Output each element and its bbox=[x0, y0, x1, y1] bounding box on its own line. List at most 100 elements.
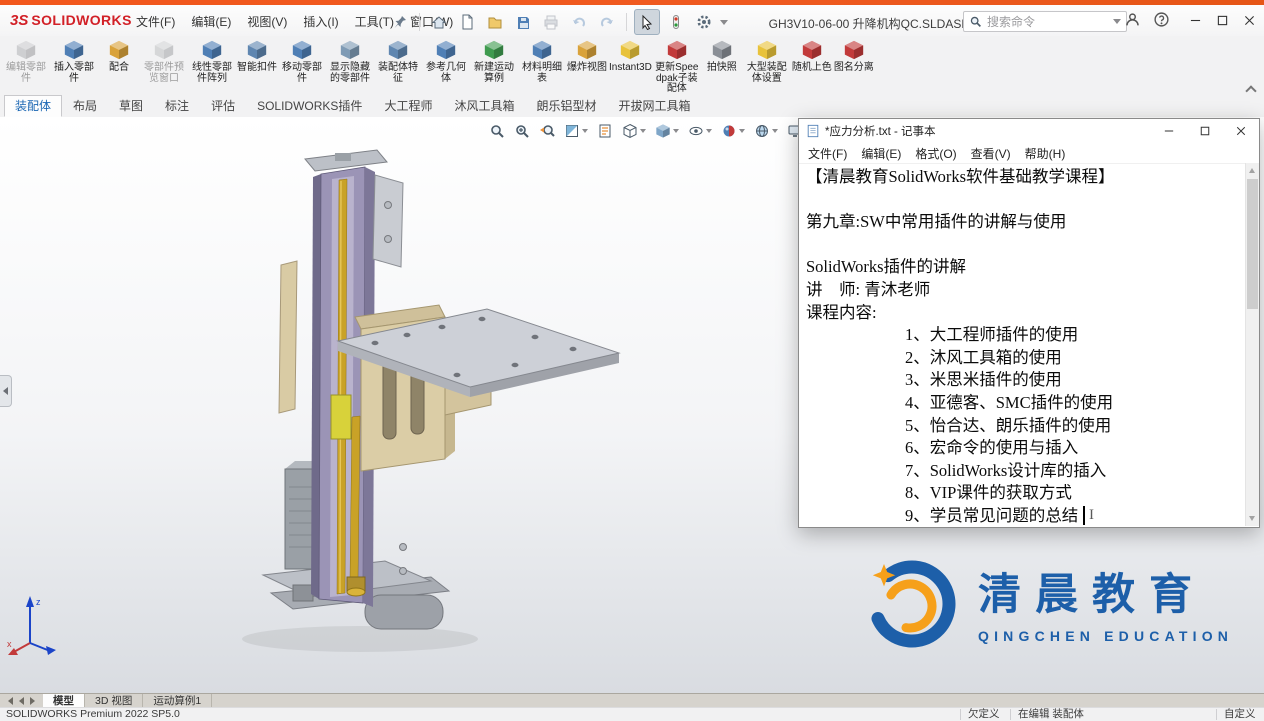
ribbon-button[interactable]: 编辑零部件 bbox=[2, 37, 50, 84]
ribbon-button[interactable]: 新建运动算例 bbox=[470, 37, 518, 84]
ribbon-button-label: 参考几何体 bbox=[426, 62, 466, 84]
scroll-up-arrow[interactable] bbox=[1249, 168, 1255, 173]
zoom-fit-icon[interactable] bbox=[487, 121, 507, 141]
notepad-menu-item[interactable]: 帮助(H) bbox=[1018, 143, 1073, 164]
previous-view-icon[interactable] bbox=[537, 121, 557, 141]
ribbon-button[interactable]: 图名分离 bbox=[833, 37, 875, 74]
ribbon-button[interactable]: 智能扣件 bbox=[236, 37, 278, 74]
ribbon-button[interactable]: 大型装配体设置 bbox=[743, 37, 791, 84]
notepad-minimize-button[interactable] bbox=[1151, 119, 1187, 143]
tab-scroll-arrows[interactable] bbox=[0, 697, 43, 705]
chevron-down-icon[interactable] bbox=[1113, 19, 1121, 24]
view-orientation-icon[interactable] bbox=[620, 121, 648, 141]
undo-icon[interactable] bbox=[567, 10, 591, 34]
scroll-down-arrow[interactable] bbox=[1249, 516, 1255, 521]
notepad-scrollbar[interactable] bbox=[1245, 163, 1259, 526]
redo-icon[interactable] bbox=[595, 10, 619, 34]
command-tab[interactable]: 装配体 bbox=[4, 95, 63, 117]
display-style-icon[interactable] bbox=[653, 121, 681, 141]
view-tab[interactable]: 运动算例1 bbox=[143, 694, 213, 708]
logo-text: SOLIDWORKS bbox=[31, 12, 132, 28]
ribbon-collapse-arrow[interactable] bbox=[1246, 84, 1256, 94]
edit-appearance-icon[interactable] bbox=[719, 121, 747, 141]
command-tab[interactable]: 布局 bbox=[62, 95, 108, 117]
notepad-menu-item[interactable]: 文件(F) bbox=[801, 143, 854, 164]
rebuild-icon[interactable] bbox=[664, 10, 688, 34]
ribbon-button[interactable]: 显示隐藏的零部件 bbox=[326, 37, 374, 84]
command-tab[interactable]: 开拔网工具箱 bbox=[607, 95, 701, 117]
menu-item[interactable]: 插入(I) bbox=[295, 10, 346, 33]
status-customize[interactable]: 自定义 bbox=[1224, 708, 1256, 721]
command-tab[interactable]: 评估 bbox=[200, 95, 246, 117]
ribbon-button[interactable]: 装配体特征 bbox=[374, 37, 422, 84]
ribbon-button[interactable]: 拍快照 bbox=[701, 37, 743, 74]
command-tab[interactable]: 大工程师 bbox=[373, 95, 443, 117]
new-document-icon[interactable] bbox=[455, 10, 479, 34]
user-account-icon[interactable] bbox=[1124, 11, 1141, 28]
select-cursor-icon[interactable] bbox=[634, 9, 660, 35]
ribbon-button[interactable]: 移动零部件 bbox=[278, 37, 326, 84]
save-icon[interactable] bbox=[511, 10, 535, 34]
apply-scene-icon[interactable] bbox=[752, 121, 780, 141]
notepad-text-area[interactable]: 【清晨教育SolidWorks软件基础教学课程】 第九章:SW中常用插件的讲解与使… bbox=[799, 164, 1259, 528]
view-tab[interactable]: 模型 bbox=[43, 694, 85, 708]
chevron-down-icon[interactable] bbox=[720, 19, 728, 25]
view-tab[interactable]: 3D 视图 bbox=[85, 694, 144, 708]
ribbon-button-label: 显示隐藏的零部件 bbox=[330, 62, 370, 84]
notepad-menu-item[interactable]: 查看(V) bbox=[964, 143, 1018, 164]
home-icon[interactable] bbox=[427, 10, 451, 34]
section-view-icon[interactable] bbox=[562, 121, 590, 141]
feature-tree-collapse-arrow[interactable] bbox=[0, 375, 12, 407]
ribbon-button[interactable]: 线性零部件阵列 bbox=[188, 37, 236, 84]
notepad-file-icon bbox=[806, 124, 820, 138]
command-ribbon: 编辑零部件 插入零部件 配合 零部件预览窗口 线性零部件阵列 智能扣件 移动零部… bbox=[0, 36, 1264, 99]
annotation-view-icon[interactable] bbox=[595, 121, 615, 141]
command-tab[interactable]: 草图 bbox=[108, 95, 154, 117]
command-tab[interactable]: 朗乐铝型材 bbox=[525, 95, 607, 117]
hide-show-items-icon[interactable] bbox=[686, 121, 714, 141]
ribbon-button[interactable]: 插入零部件 bbox=[50, 37, 98, 84]
ribbon-button-icon bbox=[756, 39, 778, 61]
command-search-input[interactable]: 搜索命令 bbox=[963, 11, 1127, 32]
print-icon[interactable] bbox=[539, 10, 563, 34]
notepad-titlebar[interactable]: *应力分析.txt - 记事本 bbox=[799, 119, 1259, 143]
command-tab[interactable]: 沐风工具箱 bbox=[443, 95, 525, 117]
notepad-menu-item[interactable]: 编辑(E) bbox=[854, 143, 908, 164]
pin-icon[interactable] bbox=[388, 10, 412, 34]
notepad-close-button[interactable] bbox=[1223, 119, 1259, 143]
ribbon-button-label: 配合 bbox=[109, 62, 129, 73]
ribbon-button[interactable]: 零部件预览窗口 bbox=[140, 37, 188, 84]
ribbon-button[interactable]: 配合 bbox=[98, 37, 140, 74]
close-button[interactable] bbox=[1236, 5, 1263, 36]
notepad-window[interactable]: *应力分析.txt - 记事本 文件(F) 编辑(E) 格式(O) 查看(V) 帮助(H… bbox=[798, 118, 1260, 528]
command-tab[interactable]: 标注 bbox=[154, 95, 200, 117]
notepad-line: 9、学员常见问题的总结 bbox=[806, 505, 1079, 525]
notepad-maximize-button[interactable] bbox=[1187, 119, 1223, 143]
ribbon-button[interactable]: 随机上色 bbox=[791, 37, 833, 74]
menu-item[interactable]: 视图(V) bbox=[239, 10, 295, 33]
command-tab[interactable]: SOLIDWORKS插件 bbox=[246, 95, 373, 117]
scroll-left-icon[interactable] bbox=[19, 697, 24, 705]
menu-item[interactable]: 文件(F) bbox=[128, 10, 183, 33]
ribbon-button[interactable]: 参考几何体 bbox=[422, 37, 470, 84]
ribbon-button[interactable]: 爆炸视图 bbox=[566, 37, 608, 74]
minimize-button[interactable] bbox=[1182, 5, 1209, 36]
ribbon-button-icon bbox=[291, 39, 313, 61]
open-icon[interactable] bbox=[483, 10, 507, 34]
assembly-model-lift-mechanism[interactable] bbox=[235, 147, 665, 677]
notepad-menu-item[interactable]: 格式(O) bbox=[908, 143, 963, 164]
ribbon-button-label: 新建运动算例 bbox=[474, 62, 514, 84]
orientation-triad: z x bbox=[7, 596, 56, 655]
menu-item[interactable]: 编辑(E) bbox=[183, 10, 239, 33]
status-separator bbox=[1010, 709, 1011, 720]
help-icon[interactable] bbox=[1153, 11, 1170, 28]
maximize-button[interactable] bbox=[1209, 5, 1236, 36]
ribbon-button[interactable]: 材料明细表 bbox=[518, 37, 566, 84]
scrollbar-thumb[interactable] bbox=[1247, 179, 1258, 309]
scroll-right-icon[interactable] bbox=[30, 697, 35, 705]
zoom-area-icon[interactable] bbox=[512, 121, 532, 141]
ribbon-button[interactable]: Instant3D bbox=[608, 37, 653, 74]
ribbon-button[interactable]: 更新Speedpak子装配体 bbox=[653, 37, 701, 95]
scroll-left-icon[interactable] bbox=[8, 697, 13, 705]
options-gear-icon[interactable] bbox=[692, 10, 716, 34]
